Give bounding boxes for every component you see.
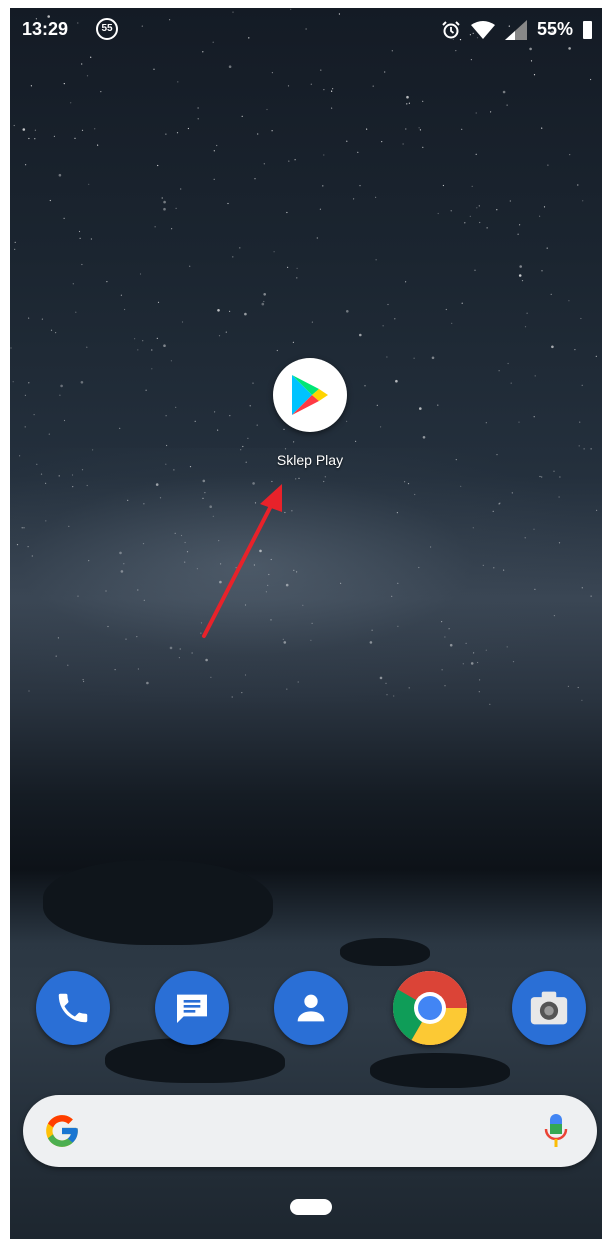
wallpaper-rock <box>340 938 430 966</box>
chrome-icon <box>393 971 467 1045</box>
dock-chrome-app[interactable] <box>393 971 467 1045</box>
battery-icon <box>583 20 592 39</box>
status-time: 13:29 <box>22 19 69 39</box>
annotation-arrow-icon <box>202 484 282 638</box>
home-pill[interactable] <box>290 1199 332 1215</box>
status-bar: 13:29 55 55% <box>10 8 602 50</box>
wallpaper-rock <box>43 860 273 945</box>
dock-phone-app[interactable] <box>36 971 110 1045</box>
dock-messages-app[interactable] <box>155 971 229 1045</box>
notification-badge-icon: 55 <box>96 18 118 40</box>
signal-icon <box>504 19 527 40</box>
dock-contacts-app[interactable] <box>274 971 348 1045</box>
google-play-icon <box>292 375 328 415</box>
contacts-icon <box>297 994 325 1022</box>
home-screen: 13:29 55 55% Sklep Play <box>10 8 602 1239</box>
camera-icon <box>530 991 568 1025</box>
wallpaper-rock <box>370 1053 510 1088</box>
google-search-bar[interactable] <box>23 1095 597 1167</box>
messages-icon <box>177 994 207 1023</box>
dock-camera-app[interactable] <box>512 971 586 1045</box>
wifi-icon <box>470 20 495 39</box>
microphone-icon[interactable] <box>543 1112 569 1150</box>
play-store-app-icon[interactable] <box>273 358 347 432</box>
alarm-icon <box>442 20 460 38</box>
play-store-app-label[interactable]: Sklep Play <box>240 452 380 468</box>
battery-percent: 55% <box>536 19 573 39</box>
google-g-icon <box>46 1115 78 1147</box>
phone-icon <box>58 993 88 1023</box>
